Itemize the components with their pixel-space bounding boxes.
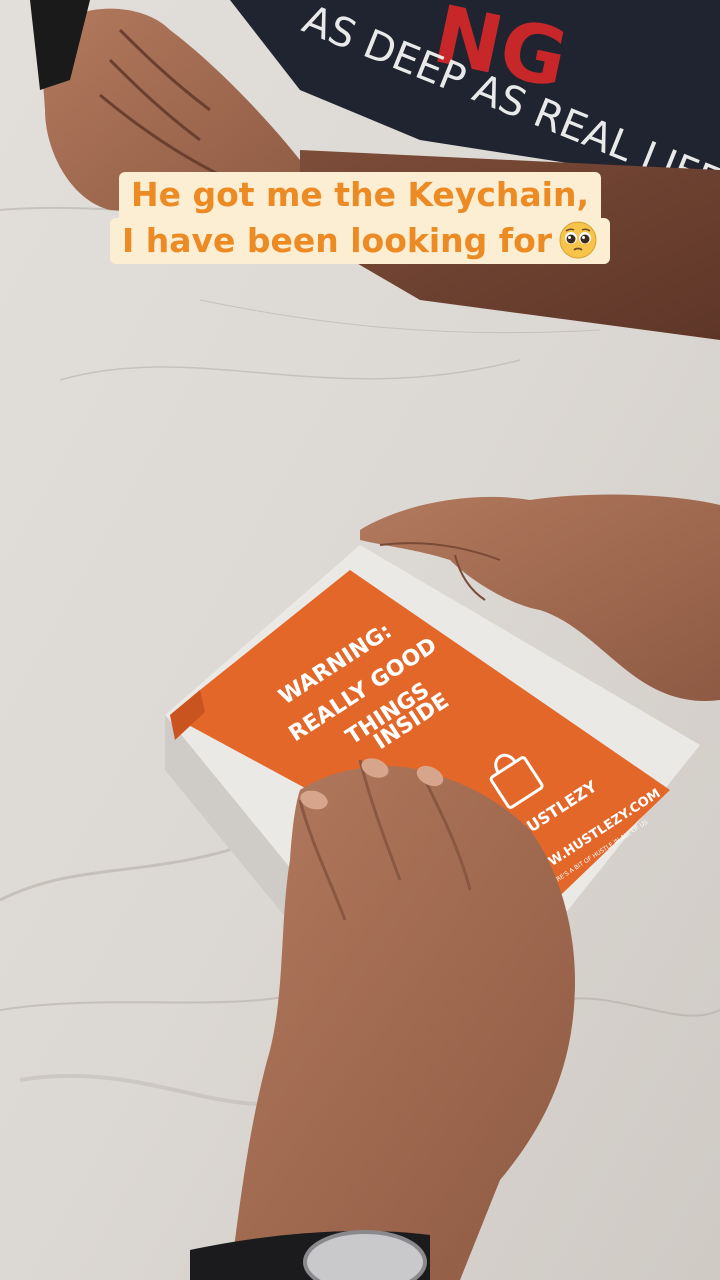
watch-face — [303, 1230, 427, 1280]
caption-line-2: I have been looking for — [109, 218, 611, 264]
caption-line-1: He got me the Keychain, — [119, 172, 601, 218]
caption-line-2-text: I have been looking for — [121, 221, 553, 260]
pleading-face-emoji-icon — [559, 221, 597, 258]
caption: He got me the Keychain, I have been look… — [76, 172, 644, 264]
